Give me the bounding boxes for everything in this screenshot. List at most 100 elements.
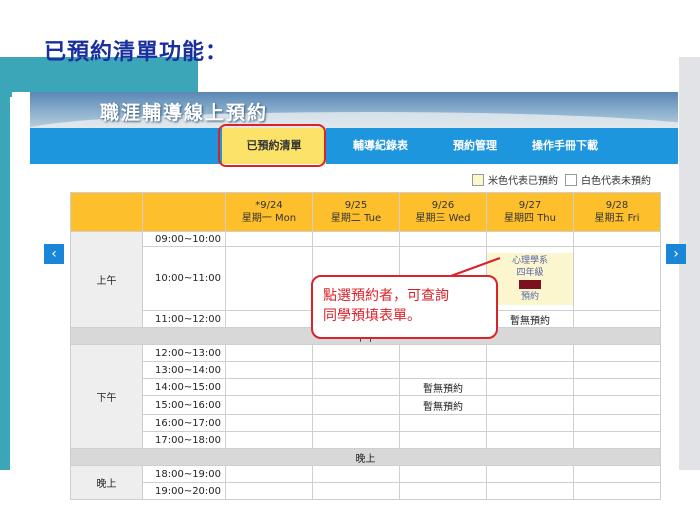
cell[interactable] bbox=[312, 344, 400, 362]
cell[interactable] bbox=[399, 361, 487, 379]
break-evening: 晚上 bbox=[70, 448, 661, 466]
cell[interactable] bbox=[573, 231, 661, 247]
cell[interactable] bbox=[486, 378, 574, 396]
cell[interactable] bbox=[486, 344, 574, 362]
table-row: 17:00~18:00 bbox=[71, 431, 661, 449]
legend-booked: 米色代表已預約 bbox=[472, 172, 558, 187]
booking-card[interactable]: 心理學系 四年級 預約 bbox=[487, 252, 573, 305]
header-day: 9/25 星期二 Tue bbox=[312, 192, 400, 232]
time-slot: 18:00~19:00 bbox=[142, 465, 226, 483]
legend-swatch-booked bbox=[472, 173, 484, 186]
time-slot: 16:00~17:00 bbox=[142, 414, 226, 432]
cell[interactable] bbox=[225, 246, 313, 311]
decorative-strip bbox=[0, 57, 10, 470]
cell[interactable] bbox=[486, 395, 574, 415]
cell[interactable] bbox=[573, 482, 661, 500]
callout-line-1: 點選預約者，可查詢 bbox=[323, 288, 449, 304]
time-slot: 10:00~11:00 bbox=[142, 246, 226, 311]
cell[interactable] bbox=[399, 482, 487, 500]
table-row: 晚上 18:00~19:00 bbox=[70, 465, 661, 500]
period-evening: 晚上 bbox=[70, 465, 143, 500]
cell[interactable] bbox=[225, 310, 313, 328]
cell[interactable] bbox=[312, 414, 400, 432]
legend-label-booked: 米色代表已預約 bbox=[488, 176, 558, 187]
cell[interactable] bbox=[312, 482, 400, 500]
cell[interactable] bbox=[399, 431, 487, 449]
cell[interactable] bbox=[225, 361, 313, 379]
cell[interactable] bbox=[486, 431, 574, 449]
time-slot: 17:00~18:00 bbox=[142, 431, 226, 449]
period-afternoon: 下午 bbox=[70, 344, 143, 449]
cell[interactable] bbox=[225, 482, 313, 500]
cell[interactable] bbox=[312, 395, 400, 415]
cell[interactable] bbox=[225, 465, 313, 483]
highlight-frame bbox=[218, 124, 326, 167]
no-booking-label: 暫無預約 bbox=[486, 310, 574, 328]
header-day: *9/24 星期一 Mon bbox=[225, 192, 313, 232]
callout-note: 點選預約者，可查詢 同學預填表單。 bbox=[311, 275, 498, 339]
cell[interactable] bbox=[573, 378, 661, 396]
time-slot: 09:00~10:00 bbox=[142, 231, 226, 247]
cell[interactable] bbox=[486, 231, 574, 247]
next-week-button[interactable]: › bbox=[666, 244, 686, 264]
nav-item-manual-download[interactable]: 操作手冊下載 bbox=[532, 128, 598, 164]
cell[interactable] bbox=[399, 231, 487, 247]
cell[interactable] bbox=[312, 431, 400, 449]
time-slot: 15:00~16:00 bbox=[142, 395, 226, 415]
header-day: 9/26 星期三 Wed bbox=[399, 192, 487, 232]
booked-cell[interactable]: 心理學系 四年級 預約 bbox=[486, 246, 574, 311]
table-header-row: *9/24 星期一 Mon 9/25 星期二 Tue 9/26 星期三 Wed 9/2… bbox=[70, 192, 661, 232]
time-slot: 13:00~14:00 bbox=[142, 361, 226, 379]
table-row: 上午 09:00~10:00 bbox=[70, 231, 661, 328]
table-row: 13:00~14:00 bbox=[71, 361, 661, 379]
redacted-name bbox=[519, 279, 541, 289]
no-booking-label: 暫無預約 bbox=[399, 395, 487, 415]
no-booking-label: 暫無預約 bbox=[399, 378, 487, 396]
cell[interactable] bbox=[312, 378, 400, 396]
cell[interactable] bbox=[312, 231, 400, 247]
cell[interactable] bbox=[225, 431, 313, 449]
legend-label-free: 白色代表未預約 bbox=[581, 176, 651, 187]
cell[interactable] bbox=[399, 344, 487, 362]
table-row: 下午 12:00~13:00 bbox=[70, 344, 661, 449]
main-nav: 已預約清單 輔導紀錄表 預約管理 操作手冊下載 bbox=[30, 128, 678, 164]
cell[interactable] bbox=[573, 310, 661, 328]
time-slot: 14:00~15:00 bbox=[142, 378, 226, 396]
table-row: 14:00~15:00 暫無預約 bbox=[71, 378, 661, 396]
nav-item-counseling-records[interactable]: 輔導紀錄表 bbox=[353, 128, 408, 164]
legend-swatch-free bbox=[565, 173, 577, 186]
cell[interactable] bbox=[225, 378, 313, 396]
break-row: 晚上 bbox=[70, 448, 661, 466]
prev-week-button[interactable]: ‹ bbox=[44, 244, 64, 264]
cell[interactable] bbox=[573, 414, 661, 432]
header-time bbox=[142, 192, 226, 232]
cell[interactable] bbox=[573, 395, 661, 415]
header-period bbox=[70, 192, 143, 232]
banner-title: 職涯輔導線上預約 bbox=[100, 102, 269, 124]
cell[interactable] bbox=[399, 414, 487, 432]
cell[interactable] bbox=[225, 395, 313, 415]
cell[interactable] bbox=[573, 344, 661, 362]
time-slot: 19:00~20:00 bbox=[142, 482, 226, 500]
cell[interactable] bbox=[312, 361, 400, 379]
time-slot: 12:00~13:00 bbox=[142, 344, 226, 362]
cell[interactable] bbox=[225, 344, 313, 362]
cell[interactable] bbox=[399, 465, 487, 483]
cell[interactable] bbox=[486, 414, 574, 432]
cell[interactable] bbox=[573, 431, 661, 449]
callout-line-2: 同學預填表單。 bbox=[323, 308, 421, 324]
header-day: 9/27 星期四 Thu bbox=[486, 192, 574, 232]
cell[interactable] bbox=[225, 231, 313, 247]
chevron-right-icon: › bbox=[673, 246, 679, 262]
cell[interactable] bbox=[573, 361, 661, 379]
cell[interactable] bbox=[312, 465, 400, 483]
cell[interactable] bbox=[225, 414, 313, 432]
header-day: 9/28 星期五 Fri bbox=[573, 192, 661, 232]
cell[interactable] bbox=[486, 361, 574, 379]
cell[interactable] bbox=[486, 465, 574, 483]
cell[interactable] bbox=[573, 246, 661, 311]
cell[interactable] bbox=[573, 465, 661, 483]
nav-item-booking-management[interactable]: 預約管理 bbox=[453, 128, 497, 164]
cell[interactable] bbox=[486, 482, 574, 500]
table-row: 16:00~17:00 bbox=[71, 414, 661, 432]
